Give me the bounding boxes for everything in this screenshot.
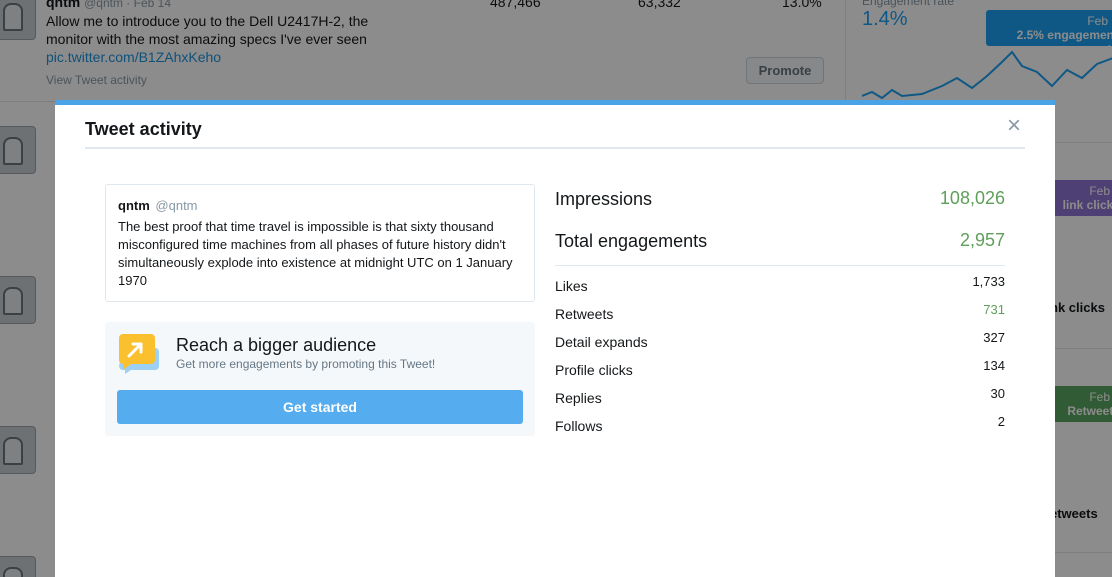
stat-row-profile-clicks: Profile clicks 134 xyxy=(555,350,1005,378)
stat-value: 1,733 xyxy=(972,274,1005,289)
modal-title: Tweet activity xyxy=(85,119,202,139)
tweet-stats: Impressions 108,026 Total engagements 2,… xyxy=(555,181,1005,434)
stat-value: 134 xyxy=(983,358,1005,373)
stat-value: 327 xyxy=(983,330,1005,345)
stat-row-follows: Follows 2 xyxy=(555,406,1005,434)
stat-value: 731 xyxy=(983,302,1005,317)
get-started-button[interactable]: Get started xyxy=(117,390,523,424)
impressions-value: 108,026 xyxy=(939,188,1005,208)
stat-label: Profile clicks xyxy=(555,362,633,378)
engagements-value: 2,957 xyxy=(959,230,1005,250)
stat-label: Likes xyxy=(555,278,588,294)
stat-label: Detail expands xyxy=(555,334,648,350)
tweet-author: qntm @qntm xyxy=(118,198,522,213)
promote-arrow-icon xyxy=(119,334,159,374)
close-icon[interactable]: × xyxy=(1003,114,1025,138)
stat-row-retweets: Retweets 731 xyxy=(555,294,1005,322)
impressions-label: Impressions xyxy=(555,189,653,209)
stat-value: 2 xyxy=(997,414,1005,429)
stat-row-likes: Likes 1,733 xyxy=(555,266,1005,294)
promote-subtitle: Get more engagements by promoting this T… xyxy=(176,357,436,371)
stat-label: Replies xyxy=(555,390,602,406)
tweet-text: The best proof that time travel is impos… xyxy=(118,219,513,288)
promote-title: Reach a bigger audience xyxy=(176,335,377,355)
engagements-label: Total engagements xyxy=(555,231,708,251)
tweet-author-name: qntm xyxy=(118,198,150,213)
promote-panel: Reach a bigger audience Get more engagem… xyxy=(105,322,535,436)
tweet-card: qntm @qntm The best proof that time trav… xyxy=(105,184,535,302)
stat-row-replies: Replies 30 xyxy=(555,378,1005,406)
tweet-activity-modal: Tweet activity × qntm @qntm The best pro… xyxy=(55,100,1055,577)
tweet-author-handle: @qntm xyxy=(155,198,198,213)
stat-value: 30 xyxy=(990,386,1005,401)
stat-label: Retweets xyxy=(555,306,614,322)
engagements-stat: Total engagements 2,957 xyxy=(555,223,1005,265)
impressions-stat: Impressions 108,026 xyxy=(555,181,1005,223)
stat-label: Follows xyxy=(555,418,603,434)
modal-header: Tweet activity × xyxy=(85,105,1025,149)
stat-row-detail-expands: Detail expands 327 xyxy=(555,322,1005,350)
